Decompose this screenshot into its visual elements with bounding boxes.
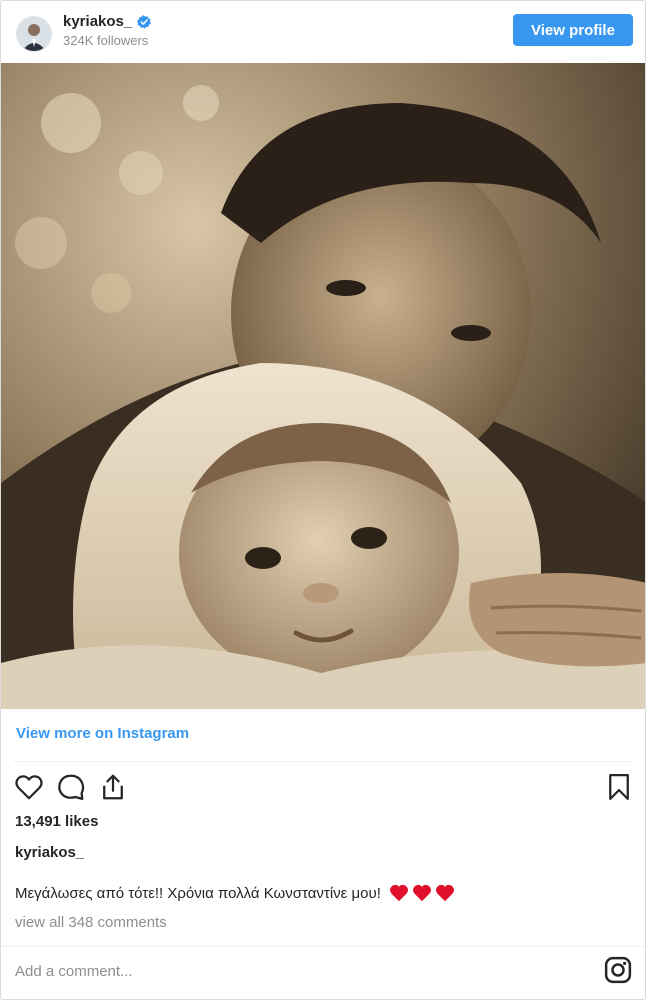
caption-hearts bbox=[389, 884, 455, 902]
like-count[interactable]: 13,491 likes bbox=[15, 813, 98, 830]
caption-text: Μεγάλωσες από τότε!! Χρόνια πολλά Κωνστα… bbox=[15, 884, 381, 902]
heart-icon[interactable] bbox=[11, 769, 47, 805]
red-heart-icon bbox=[435, 884, 454, 902]
share-icon[interactable] bbox=[95, 769, 131, 805]
username-row: kyriakos_ bbox=[63, 13, 152, 30]
divider bbox=[13, 761, 633, 762]
sepia-photo bbox=[1, 63, 645, 709]
instagram-logo-icon[interactable] bbox=[603, 955, 633, 985]
post-header: kyriakos_ 324K followers View profile bbox=[1, 1, 645, 63]
avatar[interactable] bbox=[16, 16, 52, 52]
divider bbox=[1, 946, 645, 947]
post-photo[interactable] bbox=[1, 63, 645, 709]
instagram-embed-card: kyriakos_ 324K followers View profile Vi… bbox=[0, 0, 646, 1000]
add-comment-input[interactable]: Add a comment... bbox=[15, 963, 133, 980]
view-profile-button[interactable]: View profile bbox=[513, 14, 633, 46]
follower-count: 324K followers bbox=[63, 33, 149, 48]
verified-badge-icon bbox=[137, 14, 152, 29]
action-bar bbox=[11, 769, 637, 809]
comment-icon[interactable] bbox=[53, 769, 89, 805]
view-all-comments-link[interactable]: view all 348 comments bbox=[15, 914, 167, 931]
view-more-link[interactable]: View more on Instagram bbox=[16, 725, 189, 742]
red-heart-icon bbox=[389, 884, 408, 902]
caption: Μεγάλωσες από τότε!! Χρόνια πολλά Κωνστα… bbox=[15, 884, 455, 902]
red-heart-icon bbox=[412, 884, 431, 902]
bookmark-icon[interactable] bbox=[601, 769, 637, 805]
username[interactable]: kyriakos_ bbox=[63, 13, 132, 30]
caption-username[interactable]: kyriakos_ bbox=[15, 844, 84, 861]
